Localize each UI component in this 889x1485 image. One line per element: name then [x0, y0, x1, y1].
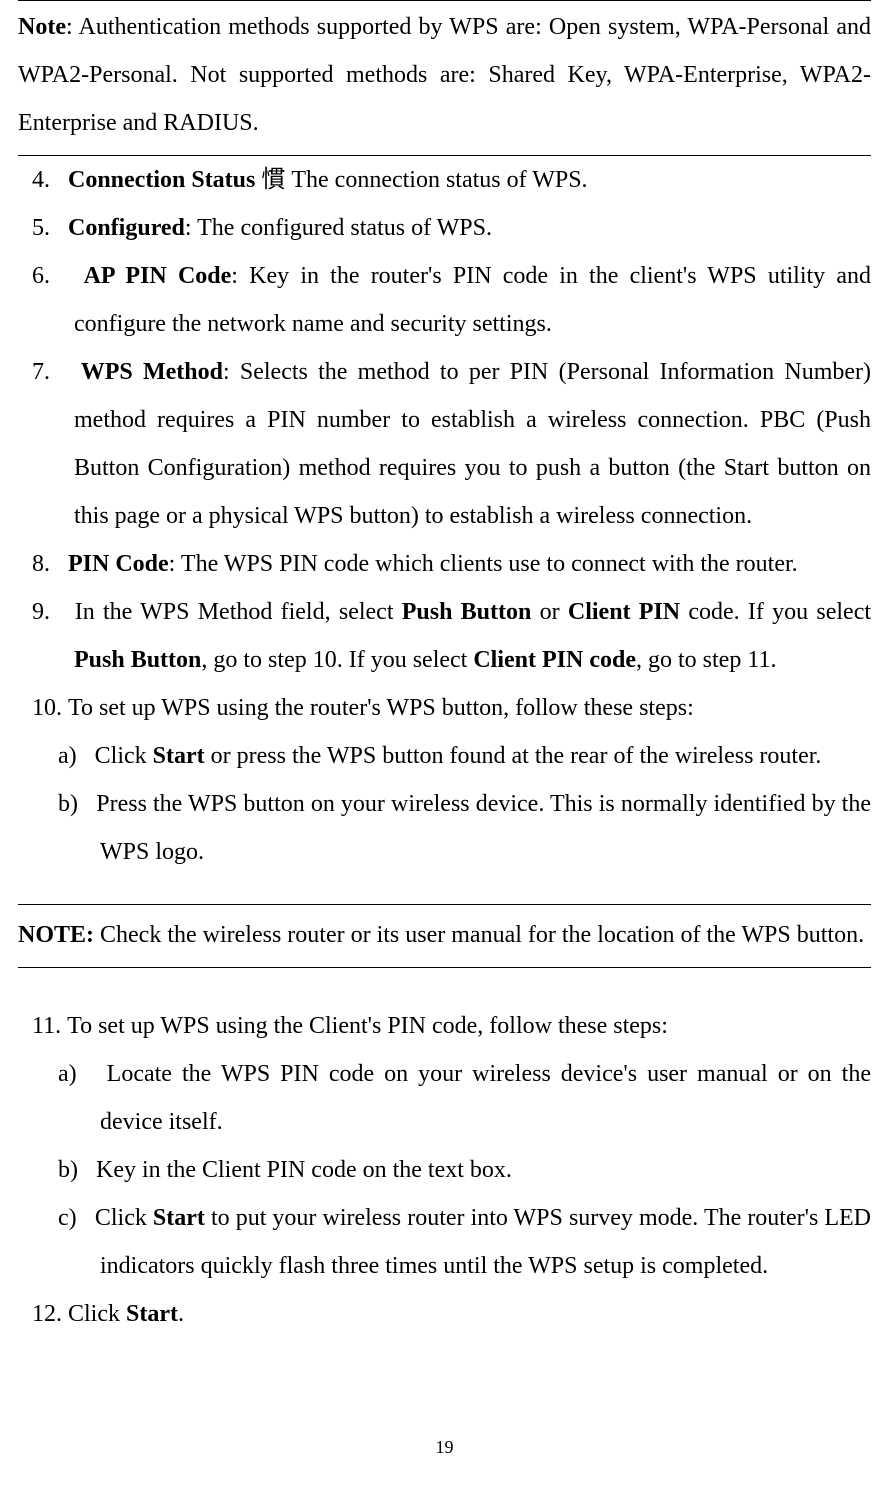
item-10b: b) Press the WPS button on your wireless… [58, 780, 871, 876]
note-label: NOTE: [18, 922, 94, 948]
text: In the WPS Method field, select [75, 599, 402, 625]
item-text: To set up WPS using the router's WPS but… [68, 695, 694, 721]
text: Key in the Client PIN code on the text b… [96, 1157, 512, 1183]
text: Press the WPS button on your wireless de… [90, 791, 871, 865]
item-num: b) [58, 791, 78, 817]
item-label: Connection Status [68, 167, 255, 193]
item-9: 9. In the WPS Method field, select Push … [32, 588, 871, 684]
text: Locate the WPS PIN code on your wireless… [100, 1061, 871, 1135]
item-num: 8. [32, 551, 50, 577]
item-11: 11. To set up WPS using the Client's PIN… [32, 1002, 871, 1050]
item-label: PIN Code [68, 551, 169, 577]
bold: Push Button [74, 647, 201, 673]
bold: Client PIN [568, 599, 680, 625]
text: Click [68, 1301, 126, 1327]
item-text: : The WPS PIN code which clients use to … [169, 551, 798, 577]
item-label: WPS Method [81, 359, 223, 385]
item-num: b) [58, 1157, 78, 1183]
item-11c: c) Click Start to put your wireless rout… [58, 1194, 871, 1290]
item-num: 4. [32, 167, 50, 193]
text: or press the WPS button found at the rea… [205, 743, 822, 769]
item-num: a) [58, 1061, 77, 1087]
item-num: 9. [32, 599, 50, 625]
item-num: 7. [32, 359, 50, 385]
note-label: Note [18, 14, 66, 40]
note-text: Check the wireless router or its user ma… [94, 922, 864, 948]
item-num: 10. [32, 695, 62, 721]
item-text: To set up WPS using the Client's PIN cod… [67, 1013, 668, 1039]
note-auth-methods: Note: Authentication methods supported b… [18, 0, 871, 156]
text: . [178, 1301, 184, 1327]
text: Click [95, 1205, 153, 1231]
item-5: 5. Configured: The configured status of … [32, 204, 871, 252]
bold: Start [126, 1301, 178, 1327]
item-8: 8. PIN Code: The WPS PIN code which clie… [32, 540, 871, 588]
bold: Push Button [402, 599, 532, 625]
item-num: 5. [32, 215, 50, 241]
item-label: Configured [68, 215, 185, 241]
item-label: AP PIN Code [84, 263, 232, 289]
item-num: 12. [32, 1301, 62, 1327]
item-11b: b) Key in the Client PIN code on the tex… [58, 1146, 871, 1194]
main-list: 4. Connection Status 慣 The connection st… [18, 156, 871, 732]
bold: Start [153, 1205, 205, 1231]
page-number: 19 [0, 1429, 889, 1465]
item-num: a) [58, 743, 77, 769]
text: code. If you select [680, 599, 871, 625]
sub-list-10: a) Click Start or press the WPS button f… [18, 732, 871, 876]
note-wps-button: NOTE: Check the wireless router or its u… [18, 904, 871, 968]
item-12: 12. Click Start. [32, 1290, 871, 1338]
item-10a: a) Click Start or press the WPS button f… [58, 732, 871, 780]
item-7: 7. WPS Method: Selects the method to per… [32, 348, 871, 540]
item-11a: a) Locate the WPS PIN code on your wirel… [58, 1050, 871, 1146]
text: , go to step 10. If you select [201, 647, 473, 673]
item-num: 6. [32, 263, 50, 289]
bold: Start [153, 743, 205, 769]
item-text: 慣 The connection status of WPS. [255, 167, 587, 193]
note-text: : Authentication methods supported by WP… [18, 14, 871, 136]
item-4: 4. Connection Status 慣 The connection st… [32, 156, 871, 204]
item-num: c) [58, 1205, 77, 1231]
item-num: 11. [32, 1013, 61, 1039]
bold: Client PIN code [473, 647, 636, 673]
text: or [531, 599, 568, 625]
text: Click [95, 743, 153, 769]
item-6: 6. AP PIN Code: Key in the router's PIN … [32, 252, 871, 348]
main-list-2: 11. To set up WPS using the Client's PIN… [18, 1002, 871, 1050]
sub-list-11: a) Locate the WPS PIN code on your wirel… [18, 1050, 871, 1290]
item-10: 10. To set up WPS using the router's WPS… [32, 684, 871, 732]
text: , go to step 11. [636, 647, 776, 673]
item-text: : The configured status of WPS. [185, 215, 492, 241]
text: to put your wireless router into WPS sur… [100, 1205, 871, 1279]
main-list-3: 12. Click Start. [18, 1290, 871, 1338]
